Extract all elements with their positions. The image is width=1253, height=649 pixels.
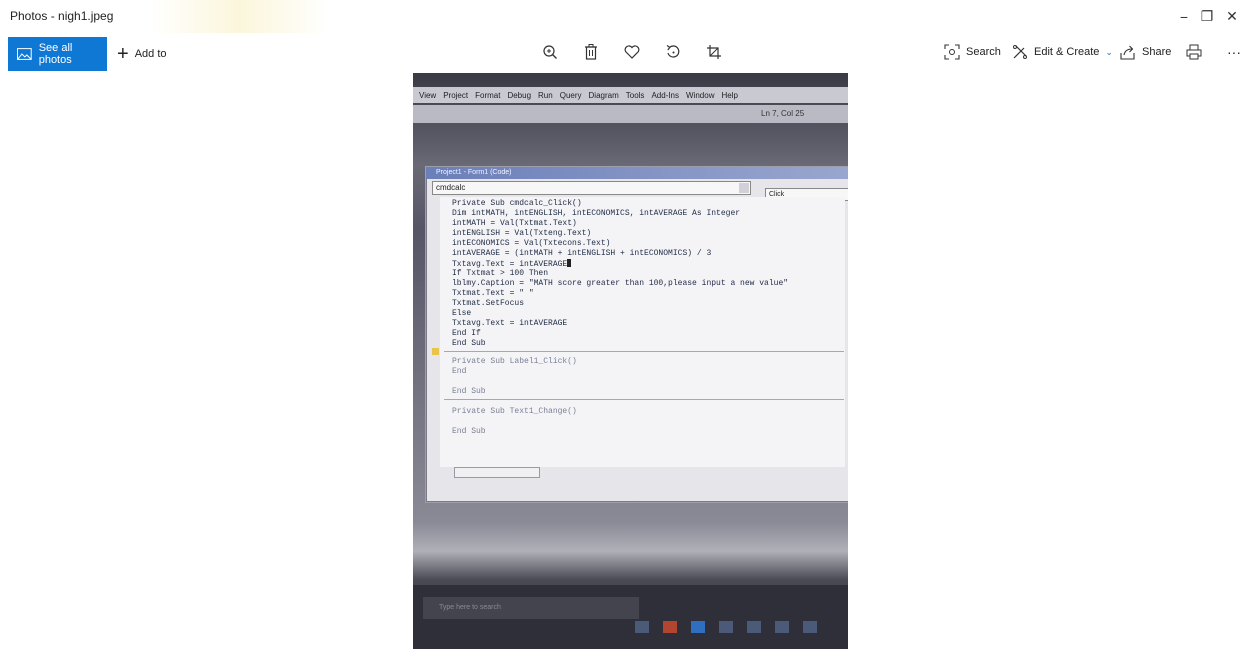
vb-menu-item: Add-Ins: [651, 90, 680, 100]
close-button[interactable]: ✕: [1209, 0, 1253, 33]
vb-menu-item: Query: [559, 90, 582, 100]
taskbar-app-icon: [663, 621, 677, 633]
add-to-button[interactable]: + Add to: [117, 37, 167, 71]
code-separator: [444, 399, 844, 400]
search-label: Search: [966, 46, 1001, 58]
vb-code-window-title: Project1 - Form1 (Code): [426, 167, 848, 179]
share-icon: [1120, 45, 1135, 60]
vb-menu-item: Format: [475, 90, 501, 100]
code-line: Txtmat.SetFocus: [452, 299, 525, 308]
code-line: Private Sub cmdcalc_Click(): [452, 199, 582, 208]
vb-object-combo-value: cmdcalc: [436, 183, 466, 192]
window-title: Photos - nigh1.jpeg: [10, 9, 114, 23]
code-line: intAVERAGE = (intMATH + intENGLISH + int…: [452, 249, 712, 258]
vb-menu-item: Tools: [625, 90, 645, 100]
vb-horizontal-scrollbar: [454, 467, 540, 478]
taskbar-app-icon: [635, 621, 649, 633]
code-separator: [444, 351, 844, 352]
code-line: Dim intMATH, intENGLISH, intECONOMICS, i…: [452, 209, 741, 218]
code-line: End Sub: [452, 339, 486, 348]
vb-code-window: Project1 - Form1 (Code) cmdcalc Click Pr…: [425, 166, 848, 503]
vb-menu-item: Help: [721, 90, 738, 100]
add-to-label: Add to: [134, 48, 167, 60]
taskbar-app-icon: [747, 621, 761, 633]
print-button[interactable]: [1186, 40, 1208, 64]
code-line: Else: [452, 309, 472, 318]
code-line: Txtavg.Text = intAVERAGE: [452, 319, 568, 328]
print-icon: [1186, 44, 1202, 60]
vb-toolbar: Ln 7, Col 25: [413, 105, 848, 123]
vb-menu-item: Debug: [507, 90, 532, 100]
vb-status-position: Ln 7, Col 25: [761, 109, 805, 118]
photo-icon: [17, 48, 32, 60]
plus-icon: +: [117, 43, 129, 65]
vb-object-combo: cmdcalc: [432, 181, 751, 195]
share-button[interactable]: Share: [1120, 40, 1171, 64]
see-all-photos-label: See all photos: [38, 42, 73, 66]
visual-search-icon: [944, 44, 960, 60]
code-line: If Txtmat > 100 Then: [452, 269, 549, 278]
code-line-current: Txtavg.Text = intAVERAGE: [452, 259, 572, 269]
chevron-down-icon: [739, 183, 749, 193]
more-options-button[interactable]: ···: [1227, 40, 1241, 64]
vb-menu-item: Project: [443, 90, 469, 100]
vb-menu-item: Window: [686, 90, 715, 100]
crop-icon[interactable]: [702, 40, 726, 64]
delete-icon[interactable]: [579, 40, 603, 64]
edit-create-icon: [1013, 45, 1027, 59]
edit-create-label: Edit & Create: [1034, 46, 1100, 58]
search-button[interactable]: Search: [944, 40, 1001, 64]
code-line: End Sub: [452, 387, 486, 396]
title-glow: [150, 0, 330, 33]
code-line: intMATH = Val(Txtmat.Text): [452, 219, 577, 228]
code-line: End If: [452, 329, 481, 338]
vb-menubar: View Project Format Debug Run Query Diag…: [413, 87, 848, 103]
favorite-icon[interactable]: [620, 40, 644, 64]
see-all-photos-button[interactable]: See all photos: [8, 37, 107, 71]
code-line: End Sub: [452, 427, 486, 436]
execution-arrow-icon: [432, 348, 439, 355]
vb-code-editor: Private Sub cmdcalc_Click() Dim intMATH,…: [440, 197, 845, 467]
text-caret: [567, 259, 572, 267]
code-line: lblmy.Caption = "MATH score greater than…: [452, 279, 789, 288]
code-line: End: [452, 367, 467, 376]
code-line: intECONOMICS = Val(Txtecons.Text): [452, 239, 611, 248]
code-line: Private Sub Text1_Change(): [452, 407, 577, 416]
vb-menu-item: Run: [538, 90, 553, 100]
edit-create-button[interactable]: Edit & Create ⌄: [1012, 40, 1113, 64]
taskbar-app-icon: [803, 621, 817, 633]
code-line-text: Txtavg.Text = intAVERAGE: [452, 260, 568, 269]
photo-image: View Project Format Debug Run Query Diag…: [413, 73, 848, 649]
zoom-in-icon[interactable]: [538, 40, 562, 64]
code-line: Txtmat.Text = " ": [452, 289, 534, 298]
taskbar-app-icon: [719, 621, 733, 633]
title-bar: Photos - nigh1.jpeg − ❐ ✕: [0, 0, 1253, 33]
rotate-icon[interactable]: [661, 40, 685, 64]
vb-menu-item: View: [419, 90, 437, 100]
taskbar-search-box: Type here to search: [423, 597, 639, 619]
taskbar-app-icon: [691, 621, 705, 633]
taskbar-app-icon: [775, 621, 789, 633]
vb-menu-item: Diagram: [588, 90, 619, 100]
share-label: Share: [1142, 46, 1172, 58]
chevron-down-icon: ⌄: [1105, 46, 1113, 57]
code-line: intENGLISH = Val(Txteng.Text): [452, 229, 592, 238]
code-line: Private Sub Label1_Click(): [452, 357, 577, 366]
photo-taskbar: Type here to search: [413, 585, 848, 649]
